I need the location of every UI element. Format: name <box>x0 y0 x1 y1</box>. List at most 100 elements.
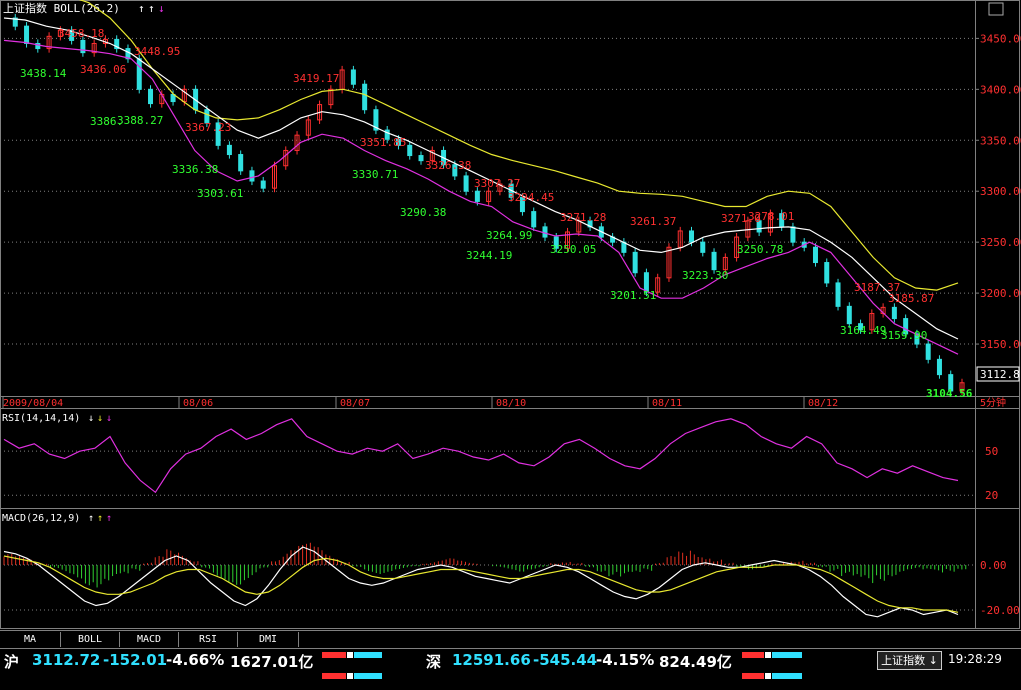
date-tick-label: 08/12 <box>808 398 838 409</box>
sh-index-change: -152.01 <box>103 651 168 669</box>
sh-index-pct: -4.66% <box>166 651 225 669</box>
sz-turnover: 824.49亿 <box>659 653 732 671</box>
price-extreme-label: 3303.61 <box>197 187 243 200</box>
rsi-y-tick-label: 20 <box>985 489 998 502</box>
price-extreme-label: 3244.19 <box>466 249 512 262</box>
candle-body <box>474 190 480 202</box>
quote-status-bar: 沪 3112.72 -152.01 -4.66% 1627.01亿 深 1259… <box>0 648 1021 679</box>
boll-arrow-icon: ↓ <box>158 2 165 15</box>
candle-body <box>362 83 368 111</box>
period-label: 5分钟 <box>980 396 1006 409</box>
price-extreme-label: 3250.05 <box>550 243 596 256</box>
candle-body <box>846 305 852 325</box>
date-tick-label: 08/06 <box>183 398 213 409</box>
price-extreme-label: 3438.14 <box>20 67 67 80</box>
macd-indicator-label: MACD(26,12,9) <box>2 513 80 524</box>
boll-arrow-icon: ↑ <box>138 2 145 15</box>
rsi-indicator-label: RSI(14,14,14) <box>2 413 80 424</box>
price-extreme-label: 3367.23 <box>185 121 231 134</box>
candle-body <box>418 155 424 162</box>
sz-index-price: 12591.66 <box>452 651 531 669</box>
macd-arrow-icon: ↑ <box>88 513 94 524</box>
sz-breadth-bar <box>742 652 803 679</box>
date-tick-label: 08/07 <box>340 398 370 409</box>
price-extreme-label: 3351.85 <box>360 136 406 149</box>
clock: 19:28:29 <box>948 652 1002 666</box>
price-extreme-label: 3278.01 <box>748 210 794 223</box>
sh-market-name: 沪 <box>4 653 20 671</box>
candle-body <box>80 39 86 54</box>
candle-body <box>249 170 255 182</box>
main-y-tick-label: 3300.00 <box>980 185 1021 198</box>
candle-body <box>632 251 638 274</box>
candle-body <box>711 251 717 271</box>
candle-body <box>812 246 818 264</box>
candle-body <box>238 154 244 172</box>
sz-market-name: 深 <box>426 653 442 671</box>
sh-index-price: 3112.72 <box>32 651 101 669</box>
candle-body <box>407 144 413 157</box>
candle-body <box>700 241 706 253</box>
price-extreme-label: 3290.38 <box>400 206 446 219</box>
candle-body <box>260 180 266 189</box>
candle-body <box>531 211 537 228</box>
candle-body <box>936 358 942 376</box>
price-extreme-label: 3250.78 <box>737 243 783 256</box>
chevron-down-icon: ↓ <box>928 654 938 667</box>
tab-ma[interactable]: MA <box>0 632 61 647</box>
price-extreme-label: 3104.56 <box>926 387 973 400</box>
tab-macd[interactable]: MACD <box>120 632 179 647</box>
macd-y-tick-label: 0.00 <box>980 559 1007 572</box>
candle-body <box>542 226 548 238</box>
tab-dmi[interactable]: DMI <box>238 632 299 647</box>
main-y-tick-label: 3150.00 <box>980 338 1021 351</box>
price-extreme-label: 3185.87 <box>888 292 934 305</box>
price-extreme-label: 3164.49 <box>840 324 886 337</box>
macd-arrow-icon: ↑ <box>106 513 112 524</box>
candle-body <box>463 175 469 192</box>
main-y-tick-label: 3250.00 <box>980 236 1021 249</box>
rsi-arrow-icon: ↓ <box>106 413 112 424</box>
candle-body <box>148 88 154 105</box>
price-extreme-label: 3264.99 <box>486 229 532 242</box>
rsi-y-tick-label: 50 <box>985 445 998 458</box>
price-extreme-label: 3436.06 <box>80 63 126 76</box>
candle-body <box>925 343 931 360</box>
chart-frame <box>0 0 1020 629</box>
price-extreme-label: 3271.28 <box>560 211 606 224</box>
tab-rsi[interactable]: RSI <box>179 632 238 647</box>
price-extreme-label: 3223.30 <box>682 269 728 282</box>
main-y-tick-label: 3400.00 <box>980 83 1021 96</box>
sh-turnover: 1627.01亿 <box>230 653 314 671</box>
macd-arrow-icon: ↑ <box>97 513 103 524</box>
candle-body <box>790 226 796 243</box>
price-extreme-label: 3326.38 <box>425 159 471 172</box>
price-extreme-label: 3307.27 <box>474 177 520 190</box>
rsi-line <box>3 418 959 494</box>
price-extreme-label: 3330.71 <box>352 168 398 181</box>
candle-body <box>350 69 356 85</box>
price-extreme-label: 3388.27 <box>117 114 163 127</box>
candle-body <box>835 282 841 307</box>
date-tick-label: 08/10 <box>496 398 526 409</box>
candle-body <box>891 306 897 320</box>
index-select-label: 上证指数 <box>881 654 926 667</box>
boll-upper-line <box>78 0 959 291</box>
price-extreme-label: 3448.95 <box>134 45 180 58</box>
last-price-tag: 3112.8 <box>980 368 1020 381</box>
macd-dif-line <box>3 546 959 618</box>
indicator-tab-bar: MA BOLL MACD RSI DMI <box>0 630 1021 648</box>
tab-boll[interactable]: BOLL <box>61 632 120 647</box>
sz-index-change: -545.44 <box>533 651 598 669</box>
date-tick-label: 2009/08/04 <box>3 398 63 409</box>
macd-y-tick-label: -20.00 <box>980 604 1020 617</box>
chart-canvas[interactable]: 3450.00 3400.00 3350.00 3300.00 3250.00 3200.… <box>0 0 1021 630</box>
sh-breadth-bar <box>322 652 383 679</box>
main-y-tick-label: 3350.00 <box>980 134 1021 147</box>
candle-body <box>136 58 142 90</box>
main-y-tick-label: 3450.00 <box>980 32 1021 45</box>
price-extreme-label: 3419.17 <box>293 72 339 85</box>
index-select-button[interactable]: 上证指数 ↓ <box>877 651 942 670</box>
candle-body <box>689 230 695 243</box>
maximize-icon <box>988 2 1004 16</box>
